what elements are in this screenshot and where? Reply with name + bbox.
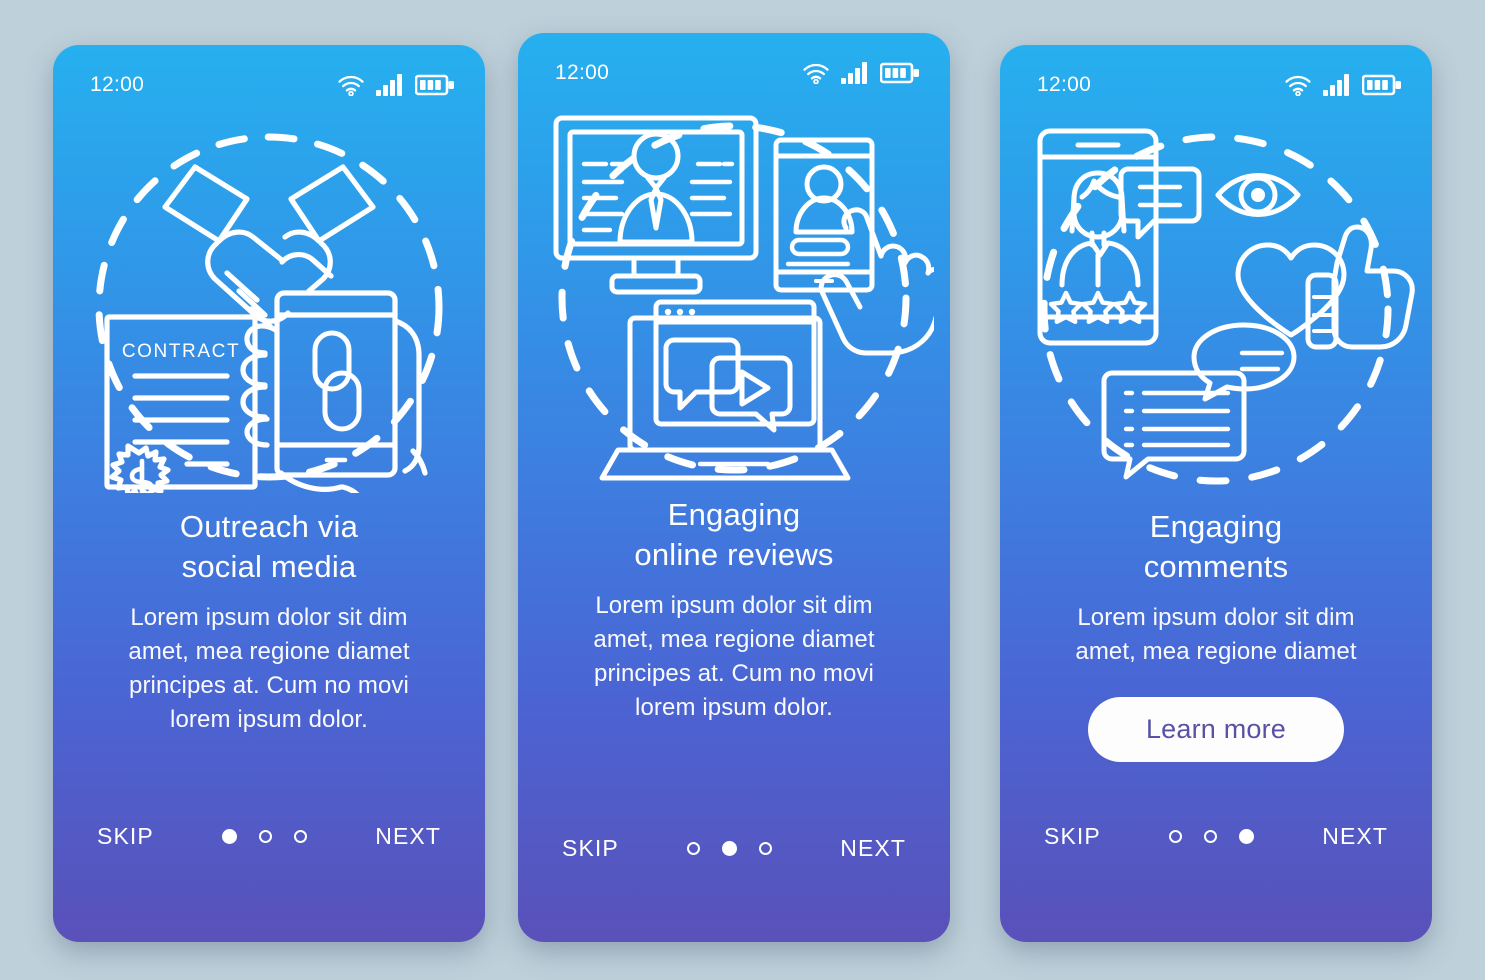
pagination-dot-1[interactable] — [687, 842, 701, 855]
dollar-seal-icon — [109, 443, 171, 493]
cellular-signal-icon — [1323, 74, 1349, 96]
smartphone-icon — [773, 137, 875, 293]
pagination-dot-1[interactable] — [1169, 830, 1183, 843]
screen-title: Engaging online reviews — [634, 497, 834, 572]
pagination-dot-3[interactable] — [294, 830, 308, 843]
dashed-circle — [95, 133, 443, 481]
eye-icon — [1215, 173, 1301, 217]
pagination-dot-1[interactable] — [222, 829, 238, 844]
illustration-outreach: CONTRACT — [53, 107, 485, 507]
bottom-navigation: SKIP NEXT — [518, 831, 950, 866]
contract-label: CONTRACT — [122, 341, 240, 362]
status-bar-icons — [1284, 74, 1402, 96]
handshake-icon — [162, 164, 376, 330]
screen-text-outreach: Outreach via social media Lorem ipsum do… — [53, 507, 485, 737]
battery-icon — [880, 62, 919, 84]
speech-bubble-icon — [663, 337, 793, 433]
monitor-phone-laptop-reviews-illustration — [553, 115, 934, 481]
woman-avatar-icon — [1059, 170, 1141, 288]
pagination-dots — [687, 841, 773, 856]
pagination-dots — [1169, 829, 1255, 844]
status-bar-clock: 12:00 — [90, 73, 145, 96]
onboarding-screens-stage: 12:00 CONTRACT Outreach via social media… — [0, 0, 1485, 980]
chat-bubbles-icon — [1101, 322, 1297, 480]
bottom-navigation: SKIP NEXT — [53, 819, 485, 854]
screen-text-comments: Engaging comments Lorem ipsum dolor sit … — [1000, 507, 1432, 763]
cellular-signal-icon — [841, 62, 867, 84]
status-bar: 12:00 — [518, 33, 950, 95]
speech-bubble-icon — [1118, 166, 1202, 240]
play-button-icon — [739, 369, 771, 407]
next-button[interactable]: NEXT — [838, 831, 908, 866]
wifi-icon — [1285, 75, 1311, 96]
screen-title: Outreach via social media — [179, 509, 359, 584]
heart-icon — [1235, 242, 1347, 338]
next-button[interactable]: NEXT — [1320, 819, 1390, 854]
pagination-dot-3[interactable] — [759, 842, 773, 855]
learn-more-button[interactable]: Learn more — [1087, 697, 1345, 763]
user-profile-icon — [617, 131, 695, 245]
status-bar: 12:00 — [53, 45, 485, 107]
illustration-reviews — [518, 95, 950, 495]
phone-rating-eye-heart-thumb-comments-illustration — [1037, 128, 1415, 485]
star-rating-icon — [1048, 290, 1148, 324]
status-bar: 12:00 — [1000, 45, 1432, 107]
onboarding-screen-outreach: 12:00 CONTRACT Outreach via social media… — [53, 45, 485, 942]
cellular-signal-icon — [376, 74, 402, 96]
pagination-dot-2[interactable] — [1204, 830, 1218, 843]
skip-button[interactable]: SKIP — [95, 819, 156, 854]
next-button[interactable]: NEXT — [373, 819, 443, 854]
status-bar-icons — [802, 62, 920, 84]
cta-row: Learn more — [1030, 697, 1402, 763]
screen-title: Engaging comments — [1143, 509, 1289, 584]
chain-link-icon — [312, 330, 362, 432]
status-bar-icons — [337, 74, 455, 96]
status-bar-clock: 12:00 — [555, 61, 610, 84]
screen-body: Lorem ipsum dolor sit dim amet, mea regi… — [593, 591, 875, 722]
onboarding-screen-reviews: 12:00 Engaging online reviews Lorem ipsu… — [518, 33, 950, 942]
battery-icon — [415, 74, 454, 96]
pagination-dot-3[interactable] — [1239, 829, 1255, 844]
skip-button[interactable]: SKIP — [560, 831, 621, 866]
screen-body: Lorem ipsum dolor sit dim amet, mea regi… — [128, 603, 410, 734]
pagination-dot-2[interactable] — [259, 830, 273, 843]
status-bar-clock: 12:00 — [1037, 73, 1092, 96]
laptop-icon — [599, 299, 851, 481]
skip-button[interactable]: SKIP — [1042, 819, 1103, 854]
bottom-navigation: SKIP NEXT — [1000, 819, 1432, 854]
battery-icon — [1362, 74, 1401, 96]
smartphone-icon — [1037, 128, 1202, 346]
screen-body: Lorem ipsum dolor sit dim amet, mea regi… — [1075, 603, 1357, 666]
illustration-comments — [1000, 107, 1432, 507]
pagination-dots — [222, 829, 308, 844]
handshake-contract-phone-link-illustration: CONTRACT — [95, 133, 443, 493]
screen-text-reviews: Engaging online reviews Lorem ipsum dolo… — [518, 495, 950, 725]
onboarding-screen-comments: 12:00 Engaging comments Lorem ipsum dolo… — [1000, 45, 1432, 942]
wifi-icon — [338, 75, 364, 96]
pagination-dot-2[interactable] — [722, 841, 738, 856]
wifi-icon — [803, 63, 829, 84]
